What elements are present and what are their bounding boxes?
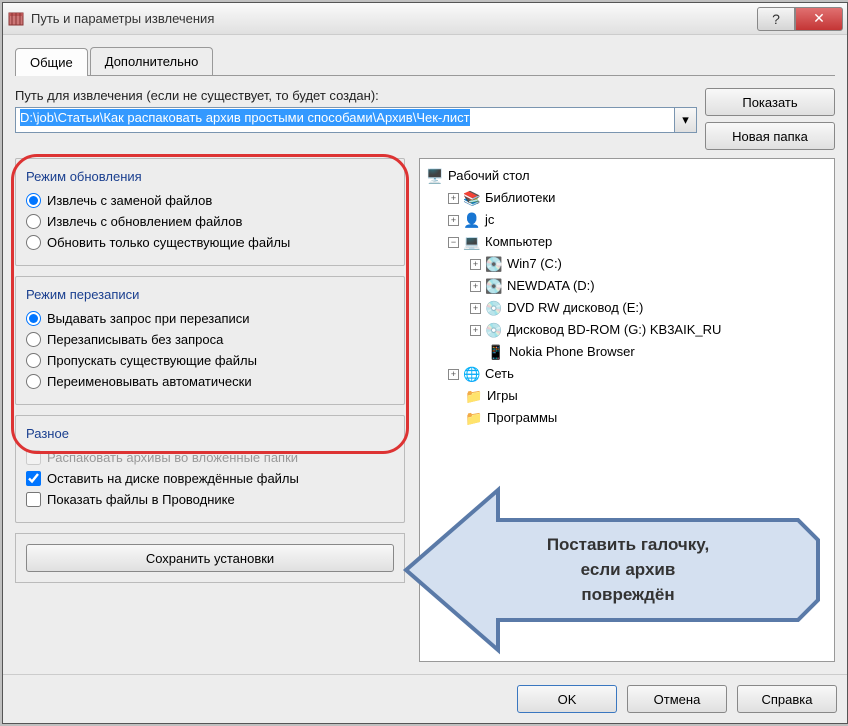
path-input[interactable]: D:\job\Статьи\Как распаковать архив прос… [15,107,675,133]
expand-icon[interactable]: + [470,259,481,270]
update-mode-legend: Режим обновления [26,169,394,184]
collapse-icon[interactable]: − [448,237,459,248]
misc-opt1: Распаковать архивы во вложенные папки [26,447,394,468]
desktop-icon: 🖥️ [426,168,444,184]
computer-icon: 💻 [463,234,481,250]
overwrite-mode-group: Режим перезаписи Выдавать запрос при пер… [15,276,405,405]
library-icon: 📚 [463,190,481,206]
update-mode-group: Режим обновления Извлечь с заменой файло… [15,158,405,266]
overwrite-opt2[interactable]: Перезаписывать без запроса [26,329,394,350]
help-button[interactable]: Справка [737,685,837,713]
tree-newdata[interactable]: +💽NEWDATA (D:) [426,275,828,297]
tabs: Общие Дополнительно [15,47,835,76]
close-icon[interactable]: ✕ [795,7,843,31]
tree-bdrom[interactable]: +💿Дисковод BD-ROM (G:) KB3AIK_RU [426,319,828,341]
app-icon [7,10,25,28]
dialog-window: Путь и параметры извлечения ? ✕ Общие До… [2,2,848,724]
overwrite-opt1[interactable]: Выдавать запрос при перезаписи [26,308,394,329]
tree-jc[interactable]: +👤jc [426,209,828,231]
network-icon: 🌐 [463,366,481,382]
misc-legend: Разное [26,426,394,441]
overwrite-opt3[interactable]: Пропускать существующие файлы [26,350,394,371]
path-dropdown-button[interactable]: ▾ [675,107,697,133]
drive-icon: 💽 [485,278,503,294]
overwrite-opt4[interactable]: Переименовывать автоматически [26,371,394,392]
expand-icon[interactable]: + [448,215,459,226]
cancel-button[interactable]: Отмена [627,685,727,713]
show-button[interactable]: Показать [705,88,835,116]
window-title: Путь и параметры извлечения [31,11,757,26]
expand-icon[interactable]: + [448,369,459,380]
tab-advanced[interactable]: Дополнительно [90,47,214,75]
ok-button[interactable]: OK [517,685,617,713]
left-column: Режим обновления Извлечь с заменой файло… [15,158,405,662]
update-opt2[interactable]: Извлечь с обновлением файлов [26,211,394,232]
tree-dvdrw[interactable]: +💿DVD RW дисковод (E:) [426,297,828,319]
tab-general[interactable]: Общие [15,48,88,76]
tree-win7[interactable]: +💽Win7 (C:) [426,253,828,275]
save-settings-button[interactable]: Сохранить установки [26,544,394,572]
tree-nokia[interactable]: 📱Nokia Phone Browser [426,341,828,363]
titlebar: Путь и параметры извлечения ? ✕ [3,3,847,35]
help-icon[interactable]: ? [757,7,795,31]
disc-icon: 💿 [485,322,503,338]
folder-icon: 📁 [465,410,483,426]
tree-computer[interactable]: −💻Компьютер [426,231,828,253]
folder-tree[interactable]: 🖥️Рабочий стол +📚Библиотеки +👤jc −💻Компь… [419,158,835,662]
dialog-footer: OK Отмена Справка [3,674,847,723]
folder-icon: 📁 [465,388,483,404]
drive-icon: 💽 [485,256,503,272]
update-opt1[interactable]: Извлечь с заменой файлов [26,190,394,211]
misc-opt3[interactable]: Показать файлы в Проводнике [26,489,394,510]
tree-desktop[interactable]: 🖥️Рабочий стол [426,165,828,187]
expand-icon[interactable]: + [448,193,459,204]
expand-icon[interactable]: + [470,303,481,314]
expand-icon[interactable]: + [470,325,481,336]
misc-group: Разное Распаковать архивы во вложенные п… [15,415,405,523]
content-area: Общие Дополнительно Путь для извлечения … [3,35,847,674]
tree-libraries[interactable]: +📚Библиотеки [426,187,828,209]
tree-games[interactable]: 📁Игры [426,385,828,407]
update-opt3[interactable]: Обновить только существующие файлы [26,232,394,253]
user-icon: 👤 [463,212,481,228]
tree-network[interactable]: +🌐Сеть [426,363,828,385]
disc-icon: 💿 [485,300,503,316]
save-settings-wrap: Сохранить установки [15,533,405,583]
expand-icon[interactable]: + [470,281,481,292]
path-label: Путь для извлечения (если не существует,… [15,88,697,103]
misc-opt2[interactable]: Оставить на диске повреждённые файлы [26,468,394,489]
overwrite-mode-legend: Режим перезаписи [26,287,394,302]
tree-programs[interactable]: 📁Программы [426,407,828,429]
phone-icon: 📱 [487,344,505,360]
new-folder-button[interactable]: Новая папка [705,122,835,150]
